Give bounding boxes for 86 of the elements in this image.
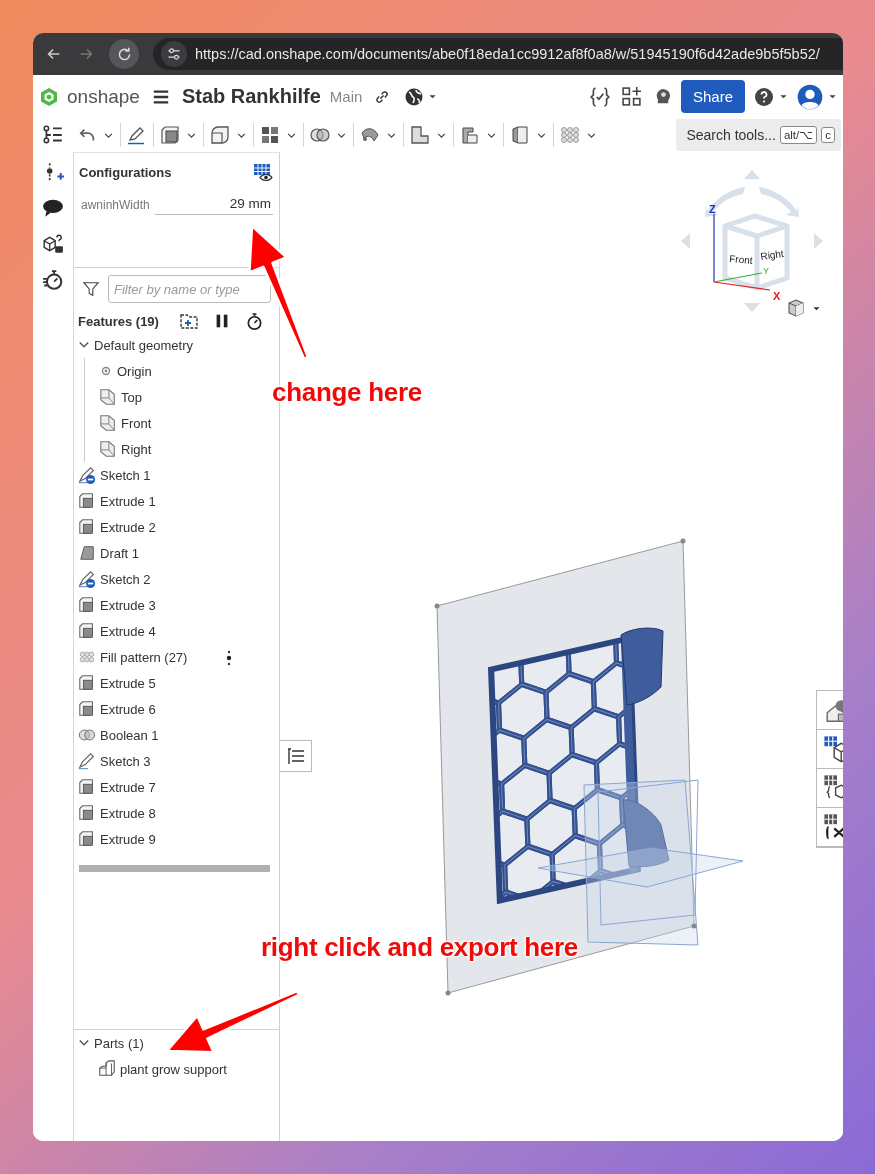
menu-icon[interactable] <box>151 87 170 106</box>
tree-item-label: Default geometry <box>94 337 193 353</box>
feature-label[interactable]: Extrude 3 <box>100 597 156 613</box>
model-drawing[interactable] <box>434 538 744 996</box>
origin-icon <box>99 364 113 378</box>
grid-icon[interactable] <box>260 125 280 145</box>
plane-icon <box>99 440 117 458</box>
document-title[interactable]: Stab Rankhilfe <box>181 85 321 108</box>
speech-bubble-icon[interactable] <box>42 197 64 219</box>
feature-label[interactable]: Extrude 9 <box>100 831 156 847</box>
box-icon[interactable] <box>160 125 180 145</box>
caret-icon[interactable] <box>779 92 788 101</box>
stopwatch-icon[interactable] <box>42 269 64 291</box>
plane-icon <box>99 388 117 406</box>
tree-item-label[interactable]: Origin <box>117 363 152 379</box>
cluster-icon[interactable] <box>560 125 580 145</box>
apps-icon[interactable] <box>620 86 642 107</box>
feature-label[interactable]: Extrude 4 <box>100 623 156 639</box>
tree-item-label[interactable]: Top <box>121 389 142 405</box>
tree-item-label[interactable]: Right <box>121 441 152 457</box>
feature-label[interactable]: Draft 1 <box>100 545 139 561</box>
folder-plus-icon[interactable] <box>178 311 199 331</box>
tune-icon[interactable] <box>166 46 182 62</box>
tree-item-label[interactable]: Front <box>121 415 152 431</box>
feature-label[interactable]: Sketch 3 <box>100 753 151 769</box>
tree-item[interactable]: Default geometry <box>74 332 279 358</box>
avatar-icon[interactable] <box>797 83 823 110</box>
parts-title[interactable]: Parts (1) <box>94 1035 144 1051</box>
shortcut-key: alt/⌥ <box>779 126 818 144</box>
annotation-text: change here <box>272 377 422 408</box>
link-icon[interactable] <box>374 88 391 105</box>
plane-icon <box>99 414 117 432</box>
hexagon-logo-icon <box>39 86 59 107</box>
share-button[interactable]: Share <box>680 80 745 113</box>
feature-label[interactable]: Extrude 7 <box>100 779 156 795</box>
part-label[interactable]: plant grow support <box>120 1061 227 1077</box>
pencil-icon[interactable] <box>127 125 147 145</box>
plane-icon[interactable] <box>410 125 430 145</box>
cube-question-icon[interactable] <box>42 233 64 255</box>
bent-plate-icon[interactable] <box>460 125 480 145</box>
cube-face-label: Right <box>759 247 785 262</box>
logo-text: onshape <box>67 85 140 108</box>
cube-face-label: Front <box>728 253 754 267</box>
feature-label[interactable]: Sketch 2 <box>100 571 151 587</box>
search-tools-button[interactable]: Search tools... alt/⌥ c <box>676 119 841 151</box>
table-eye-icon[interactable] <box>253 162 273 182</box>
globe-icon[interactable] <box>404 86 425 107</box>
axis-label: Z <box>709 203 716 215</box>
reload-button[interactable] <box>109 39 139 69</box>
feature-label[interactable]: Fill pattern (27) <box>100 649 188 665</box>
list-icon <box>285 746 306 766</box>
filter-icon[interactable] <box>82 280 100 298</box>
feature-label[interactable]: Extrude 6 <box>100 701 156 717</box>
circles-icon[interactable] <box>310 125 330 145</box>
help-icon[interactable] <box>754 86 774 107</box>
view-cube-drawing[interactable]: Z Y X Front Right <box>681 170 823 312</box>
feature-list-icon[interactable] <box>42 124 64 146</box>
axis-label: Y <box>763 266 769 276</box>
feature-label[interactable]: Extrude 8 <box>100 805 156 821</box>
caret-icon[interactable] <box>428 92 438 101</box>
feature-label[interactable]: Extrude 5 <box>100 675 156 691</box>
curly-check-icon[interactable] <box>588 85 611 108</box>
annotation-text: right click and export here <box>261 932 578 963</box>
features-title: Features (19) <box>78 313 159 329</box>
configurations-title: Configurations <box>79 164 172 180</box>
feature-label[interactable]: Sketch 1 <box>100 467 151 483</box>
feature-label[interactable]: Extrude 2 <box>100 519 156 535</box>
parameter-label: awninhWidth <box>81 197 151 212</box>
branch-name[interactable]: Main <box>329 88 363 105</box>
more-icon[interactable] <box>226 650 232 666</box>
folded-box-icon[interactable] <box>510 125 530 145</box>
url-text: https://cad.onshape.com/documents/abe0f18eda1cc9912af8f0a8/w/51945190f6d42ade9b5f5b52/ <box>195 46 820 62</box>
parameter-input[interactable]: 29 mm <box>155 194 273 215</box>
axis-label: X <box>773 290 781 302</box>
filter-field[interactable]: Filter by name or type <box>108 275 271 303</box>
part-icon <box>98 1060 116 1078</box>
list-toggle-button[interactable] <box>280 740 312 772</box>
caret-icon[interactable] <box>828 92 837 101</box>
feature-label[interactable]: Boolean 1 <box>100 727 159 743</box>
scrollbar[interactable] <box>79 865 270 872</box>
shortcut-key: c <box>821 127 835 143</box>
rounded-cube-icon[interactable] <box>210 125 230 145</box>
feature-label[interactable]: Extrude 1 <box>100 493 156 509</box>
address-bar[interactable]: https://cad.onshape.com/documents/abe0f18eda1cc9912af8f0a8/w/51945190f6d42ade9b5f5b52/ <box>153 38 843 70</box>
cube-icon[interactable] <box>786 298 806 318</box>
search-tools-label: Search tools... <box>686 127 776 143</box>
